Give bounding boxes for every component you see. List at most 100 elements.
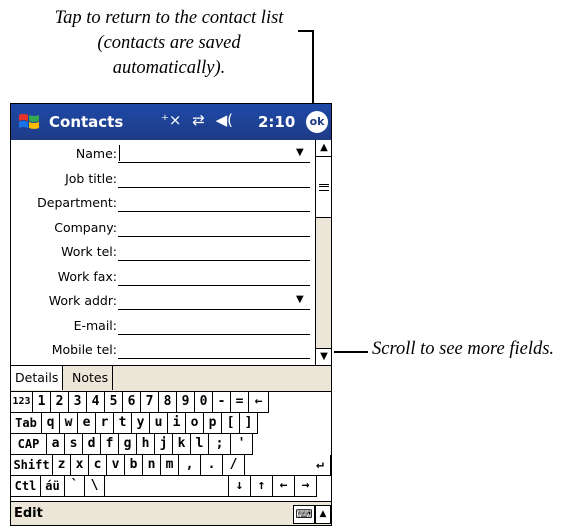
key[interactable]: `: [65, 476, 85, 497]
connectivity-icon[interactable]: ⁺×: [161, 111, 182, 129]
key[interactable]: ': [231, 434, 253, 455]
key[interactable]: z: [53, 455, 71, 476]
field-input-line[interactable]: [118, 358, 310, 359]
scroll-up-arrow-icon[interactable]: ▲: [316, 140, 331, 157]
field-input-line[interactable]: [118, 187, 310, 188]
ok-button[interactable]: ok: [306, 111, 328, 133]
key[interactable]: k: [173, 434, 191, 455]
key[interactable]: 9: [177, 392, 195, 413]
key[interactable]: o: [186, 413, 204, 434]
sync-icon[interactable]: ⇄: [192, 111, 205, 129]
scroll-thumb[interactable]: [316, 157, 331, 218]
dropdown-arrow-icon[interactable]: ▼: [296, 294, 304, 305]
key[interactable]: c: [89, 455, 107, 476]
caps-key[interactable]: CAP: [11, 434, 47, 455]
key[interactable]: e: [78, 413, 96, 434]
tab-key[interactable]: Tab: [11, 413, 42, 434]
key[interactable]: r: [96, 413, 114, 434]
key[interactable]: 3: [69, 392, 87, 413]
app-title: Contacts: [49, 113, 124, 131]
key[interactable]: g: [119, 434, 137, 455]
key[interactable]: \: [85, 476, 105, 497]
input-selector-arrow-icon[interactable]: ▲: [315, 505, 331, 524]
key[interactable]: v: [107, 455, 125, 476]
key[interactable]: 5: [105, 392, 123, 413]
field-work-fax[interactable]: Work fax:: [11, 265, 315, 289]
key[interactable]: 7: [141, 392, 159, 413]
dropdown-arrow-icon[interactable]: ▼: [296, 147, 304, 158]
vertical-scrollbar[interactable]: ▲ ▼: [315, 140, 331, 365]
key[interactable]: a: [47, 434, 65, 455]
tab-notes[interactable]: Notes: [68, 366, 114, 390]
key[interactable]: x: [71, 455, 89, 476]
field-input-line[interactable]: [118, 309, 310, 310]
key[interactable]: i: [168, 413, 186, 434]
key[interactable]: f: [101, 434, 119, 455]
key-123[interactable]: 123: [11, 392, 33, 413]
arrow-down-key[interactable]: ↓: [229, 476, 251, 497]
backspace-key[interactable]: ←: [249, 392, 269, 413]
keyboard-icon[interactable]: ⌨: [293, 505, 315, 524]
tab-details[interactable]: Details: [11, 366, 64, 390]
start-menu-icon[interactable]: [17, 110, 41, 134]
key[interactable]: 6: [123, 392, 141, 413]
field-name[interactable]: Name: ▼: [11, 142, 315, 166]
pocketpc-screen: Contacts ⁺× ⇄ ◀( 2:10 ok Name: ▼ Job tit…: [10, 103, 332, 526]
key[interactable]: h: [137, 434, 155, 455]
field-input-line[interactable]: [118, 211, 310, 212]
field-label: Work fax:: [57, 269, 117, 284]
key[interactable]: s: [65, 434, 83, 455]
enter-key[interactable]: ↵: [245, 455, 331, 476]
key[interactable]: l: [191, 434, 209, 455]
key[interactable]: =: [231, 392, 249, 413]
shift-key[interactable]: Shift: [11, 455, 53, 476]
space-key[interactable]: [105, 476, 229, 497]
field-work-tel[interactable]: Work tel:: [11, 240, 315, 264]
key[interactable]: j: [155, 434, 173, 455]
key[interactable]: p: [204, 413, 222, 434]
edit-menu[interactable]: Edit: [14, 506, 43, 521]
clock[interactable]: 2:10: [258, 113, 295, 131]
key[interactable]: 0: [195, 392, 213, 413]
volume-icon[interactable]: ◀(: [216, 111, 233, 129]
key[interactable]: -: [213, 392, 231, 413]
arrow-up-key[interactable]: ↑: [251, 476, 273, 497]
key[interactable]: /: [223, 455, 245, 476]
ctrl-key[interactable]: Ctl: [11, 476, 41, 497]
key[interactable]: m: [161, 455, 179, 476]
field-input-line[interactable]: [118, 334, 310, 335]
key[interactable]: t: [114, 413, 132, 434]
key[interactable]: [: [222, 413, 240, 434]
keyboard-row: Tab q w e r t y u i o p [ ]: [11, 413, 331, 434]
field-input-line[interactable]: [118, 162, 310, 163]
field-input-line[interactable]: [118, 260, 310, 261]
key[interactable]: .: [201, 455, 223, 476]
key[interactable]: 1: [33, 392, 51, 413]
field-input-line[interactable]: [118, 236, 310, 237]
key[interactable]: ;: [209, 434, 231, 455]
key[interactable]: n: [143, 455, 161, 476]
key[interactable]: q: [42, 413, 60, 434]
field-label: Mobile tel:: [51, 342, 117, 357]
field-email[interactable]: E-mail:: [11, 314, 315, 338]
key[interactable]: b: [125, 455, 143, 476]
key[interactable]: w: [60, 413, 78, 434]
key[interactable]: 8: [159, 392, 177, 413]
field-input-line[interactable]: [118, 285, 310, 286]
field-job-title[interactable]: Job title:: [11, 167, 315, 191]
key[interactable]: y: [132, 413, 150, 434]
field-work-addr[interactable]: Work addr: ▼: [11, 289, 315, 313]
scroll-down-arrow-icon[interactable]: ▼: [316, 348, 331, 365]
field-mobile-tel[interactable]: Mobile tel:: [11, 338, 315, 362]
field-company[interactable]: Company:: [11, 216, 315, 240]
key[interactable]: ,: [179, 455, 201, 476]
arrow-right-key[interactable]: →: [295, 476, 317, 497]
accent-key[interactable]: áü: [41, 476, 65, 497]
key[interactable]: 2: [51, 392, 69, 413]
key[interactable]: ]: [240, 413, 258, 434]
key[interactable]: 4: [87, 392, 105, 413]
field-department[interactable]: Department:: [11, 191, 315, 215]
key[interactable]: d: [83, 434, 101, 455]
key[interactable]: u: [150, 413, 168, 434]
arrow-left-key[interactable]: ←: [273, 476, 295, 497]
